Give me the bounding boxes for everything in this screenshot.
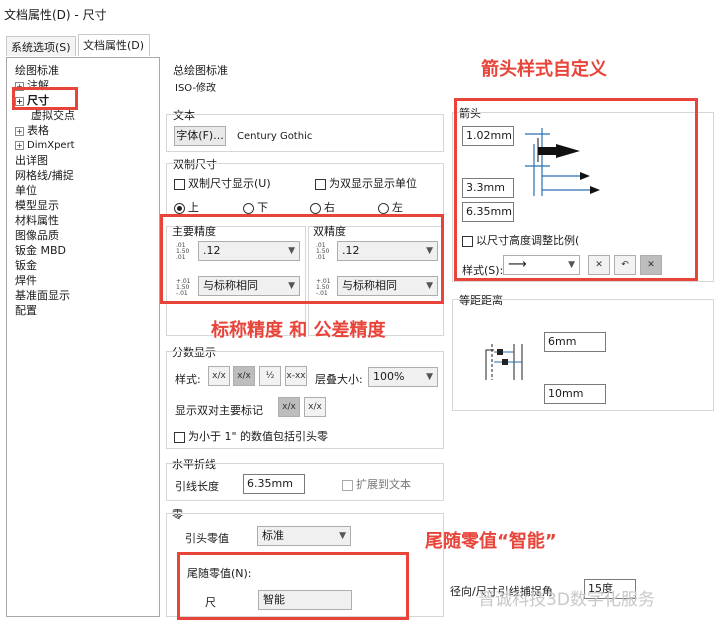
- tree-item-sheet-metal[interactable]: 钣金: [15, 259, 37, 273]
- select-value: 100%: [373, 370, 405, 383]
- standard-value: ISO-修改: [175, 83, 217, 94]
- dual-display-label: 双制尺寸显示(U): [188, 177, 271, 190]
- fraction-diagonal-icon[interactable]: ½: [259, 366, 281, 386]
- annotation-precision: 标称精度 和 公差精度: [211, 320, 386, 341]
- tree-item-sheet-metal-mbd[interactable]: 钣金 MBD: [15, 244, 66, 258]
- tree-item-plane-display[interactable]: 基准面显示: [15, 289, 70, 303]
- tree-item-label: 表格: [27, 124, 49, 137]
- radio-selected-icon: [174, 202, 185, 214]
- tree-item-grid-snap[interactable]: 网格线/捕捉: [15, 169, 74, 183]
- leading-zero-checkbox[interactable]: 为小于 1" 的数值包括引头零: [174, 428, 328, 444]
- chevron-down-icon: ▼: [339, 531, 346, 541]
- offset-distance-2-input[interactable]: 10mm: [544, 384, 606, 404]
- tree-item-detailing[interactable]: 出详图: [15, 154, 48, 168]
- tree-item-virtual-sharps[interactable]: 虚拟交点: [31, 109, 75, 123]
- dual-units-label: 为双显示显示单位: [329, 177, 417, 190]
- fraction-dash-icon[interactable]: x-xx: [285, 366, 307, 386]
- property-tree: 绘图标准 + 注解 + 尺寸 虚拟交点 + 表格 + DimXpert 出详图 网格线/…: [6, 57, 160, 617]
- fraction-dual-stacked-icon[interactable]: x/x: [278, 397, 300, 417]
- extend-to-text-label: 扩展到文本: [356, 478, 411, 491]
- dimensions-highlight: [12, 87, 78, 110]
- tree-item-units[interactable]: 单位: [15, 184, 37, 198]
- offset-distance-1-input[interactable]: 6mm: [544, 332, 606, 352]
- radio-top[interactable]: 上: [174, 199, 199, 215]
- tree-item-material-properties[interactable]: 材料属性: [15, 214, 59, 228]
- annotation-arrow-style: 箭头样式自定义: [481, 59, 607, 80]
- leading-zero-select[interactable]: 标准 ▼: [257, 526, 351, 546]
- radio-icon: [378, 202, 389, 214]
- fraction-dual-inline-icon[interactable]: x/x: [304, 397, 326, 417]
- tree-item-weldments[interactable]: 焊件: [15, 274, 37, 288]
- radio-icon: [243, 202, 254, 214]
- precision-highlight: [160, 214, 444, 304]
- extend-to-text-checkbox[interactable]: 扩展到文本: [342, 476, 411, 492]
- font-button[interactable]: 字体(F)...: [174, 126, 226, 146]
- radio-icon: [310, 202, 321, 214]
- standard-heading: 总绘图标准: [173, 64, 228, 77]
- radio-bottom[interactable]: 下: [243, 199, 268, 215]
- offset-distance-diagram-icon: [485, 344, 523, 380]
- leader-length-input[interactable]: 6.35mm: [243, 474, 305, 494]
- radio-right[interactable]: 右: [310, 199, 335, 215]
- tree-item-configurations[interactable]: 配置: [15, 304, 37, 318]
- radio-label: 上: [188, 201, 199, 214]
- stack-size-select[interactable]: 100% ▼: [368, 367, 438, 387]
- radio-label: 下: [257, 201, 268, 214]
- fraction-stacked-icon[interactable]: x/x: [233, 366, 255, 386]
- tree-item-dimxpert[interactable]: + DimXpert: [15, 139, 75, 153]
- fraction-inline-icon[interactable]: x/x: [208, 366, 230, 386]
- checkbox-icon: [174, 178, 185, 190]
- tree-item-model-display[interactable]: 模型显示: [15, 199, 59, 213]
- dual-display-checkbox[interactable]: 双制尺寸显示(U): [174, 175, 271, 191]
- font-name: Century Gothic: [237, 131, 313, 142]
- tree-item-label: DimXpert: [27, 140, 75, 151]
- expand-icon[interactable]: +: [15, 126, 24, 136]
- dual-primary-label: 显示双对主要标记: [175, 404, 263, 417]
- radio-label: 左: [392, 201, 403, 214]
- dual-units-checkbox[interactable]: 为双显示显示单位: [315, 175, 417, 191]
- checkbox-icon: [315, 178, 326, 190]
- stack-size-label: 层叠大小:: [315, 373, 363, 386]
- tree-item-tables[interactable]: + 表格: [15, 124, 49, 138]
- radio-label: 右: [324, 201, 335, 214]
- watermark-text: 晋诚科技3D数字化服务: [478, 590, 655, 610]
- arrows-highlight: [454, 98, 698, 281]
- leader-length-label: 引线长度: [175, 480, 219, 493]
- window-title: 文档属性(D) - 尺寸: [4, 8, 107, 22]
- checkbox-icon: [174, 431, 185, 443]
- radio-left[interactable]: 左: [378, 199, 403, 215]
- fraction-style-label: 样式:: [175, 373, 201, 386]
- checkbox-icon: [342, 479, 353, 491]
- tab-system-options[interactable]: 系统选项(S): [6, 36, 76, 56]
- select-value: 标准: [262, 529, 284, 542]
- expand-icon[interactable]: +: [15, 140, 24, 150]
- trailing-zero-highlight: [177, 552, 409, 620]
- annotation-trailing: 尾随零值“智能”: [425, 531, 557, 552]
- chevron-down-icon: ▼: [426, 372, 433, 382]
- tree-item-drafting-standard[interactable]: 绘图标准: [15, 64, 59, 78]
- tree-item-image-quality[interactable]: 图像品质: [15, 229, 59, 243]
- tab-document-properties[interactable]: 文档属性(D): [78, 34, 150, 56]
- leading-zero-value-label: 引头零值: [185, 532, 229, 545]
- leading-zero-label: 为小于 1" 的数值包括引头零: [188, 430, 329, 443]
